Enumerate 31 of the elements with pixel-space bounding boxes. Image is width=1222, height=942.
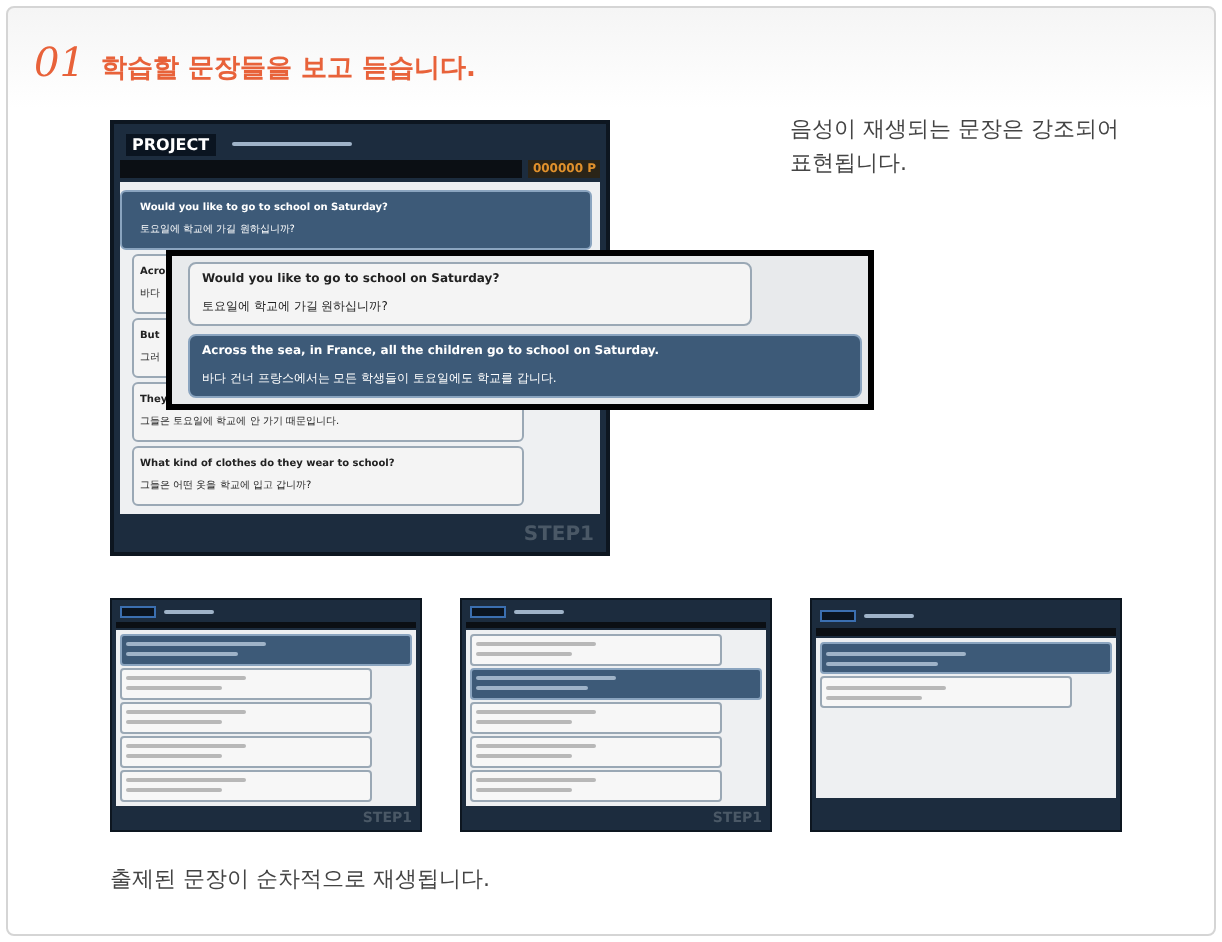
- blurred-text: [126, 778, 246, 783]
- blurred-text: [126, 652, 238, 657]
- blurred-text: [476, 778, 596, 783]
- blurred-text: [476, 676, 616, 681]
- blurred-text: [476, 710, 596, 715]
- blurred-text: [476, 652, 572, 657]
- note-text: 음성이 재생되는 문장은 강조되어 표현됩니다.: [790, 114, 1120, 180]
- blurred-text: [164, 610, 214, 615]
- blurred-text: [126, 788, 222, 793]
- blurred-text: [476, 686, 588, 691]
- logo-icon: [470, 606, 506, 619]
- blurred-text: [476, 744, 596, 749]
- blurred-text: [126, 676, 246, 681]
- caption: 출제된 문장이 순차적으로 재생됩니다.: [108, 864, 492, 896]
- blurred-text: [126, 686, 222, 691]
- blurred-text: [476, 754, 572, 759]
- blurred-text: [126, 754, 222, 759]
- logo-icon: [120, 606, 156, 619]
- section-title: 학습할 문장들을 보고 듣습니다.: [100, 52, 476, 88]
- blurred-text: [476, 720, 572, 725]
- blurred-text: [126, 710, 246, 715]
- step-number: 01: [34, 36, 85, 90]
- logo-icon: [820, 610, 856, 622]
- blurred-text: [126, 744, 246, 749]
- blurred-text: [126, 642, 266, 647]
- blurred-text: [476, 788, 572, 793]
- blurred-text: [514, 610, 564, 615]
- blurred-text: [231, 142, 352, 147]
- blurred-text: [476, 642, 596, 647]
- logo: PROJECT: [126, 133, 216, 156]
- blurred-text: [126, 720, 222, 725]
